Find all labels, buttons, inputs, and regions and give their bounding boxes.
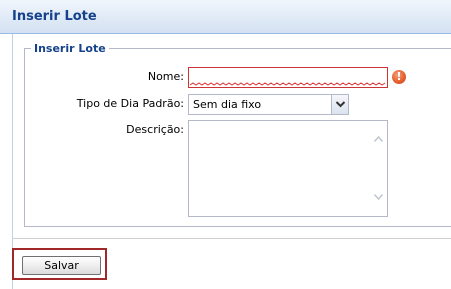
exclamation-circle-icon: !	[392, 70, 406, 84]
name-label: Nome:	[147, 70, 184, 83]
chevron-up-icon[interactable]	[373, 135, 384, 143]
description-textarea[interactable]	[188, 120, 388, 217]
day-type-selected-value: Sem dia fixo	[193, 98, 262, 111]
day-type-label: Tipo de Dia Padrão:	[76, 97, 184, 110]
description-label: Descrição:	[126, 123, 184, 136]
save-button[interactable]: Salvar	[22, 256, 101, 275]
chevron-down-icon	[335, 101, 346, 108]
day-type-select[interactable]: Sem dia fixo	[188, 94, 349, 115]
fieldset-legend: Inserir Lote	[34, 42, 106, 55]
chevron-down-icon[interactable]	[373, 193, 384, 201]
window-titlebar: Inserir Lote	[0, 0, 451, 34]
panel-divider	[12, 238, 451, 239]
validation-underline	[190, 82, 386, 86]
window-title: Inserir Lote	[12, 9, 97, 24]
textarea-scrollbar[interactable]	[370, 121, 387, 216]
name-input[interactable]	[188, 67, 388, 88]
dropdown-button[interactable]	[331, 95, 348, 114]
insert-lot-window: Inserir Lote Inserir Lote Nome: ! Tipo d…	[0, 0, 451, 289]
